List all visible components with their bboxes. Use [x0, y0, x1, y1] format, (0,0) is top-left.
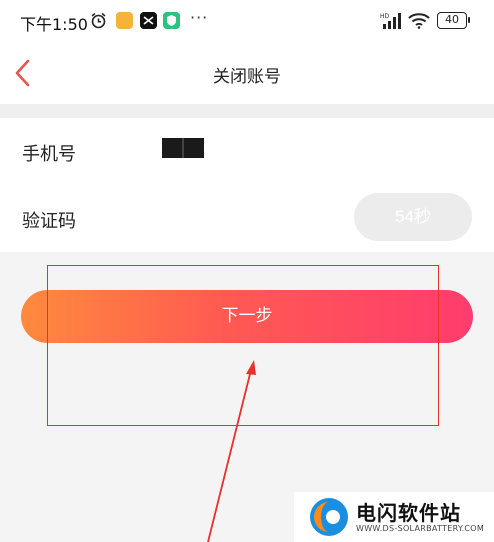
- more-notifications-icon: ···: [190, 8, 209, 27]
- code-label: 验证码: [22, 211, 76, 232]
- app-icon: [116, 12, 133, 29]
- battery-icon: 40: [437, 12, 470, 29]
- svg-text:HD: HD: [380, 13, 390, 20]
- page-title: 关闭账号: [213, 67, 281, 87]
- shield-app-icon: [163, 12, 180, 29]
- verification-form: 手机号 验证码 54秒: [0, 118, 494, 252]
- wifi-icon: [408, 13, 430, 29]
- capcut-icon: [140, 12, 157, 29]
- watermark: 电闪软件站 WWW.DS-SOLARBATTERY.COM: [294, 492, 494, 542]
- watermark-title: 电闪软件站: [356, 501, 461, 525]
- annotation-highlight-box: [47, 265, 439, 426]
- hd-signal-icon: HD: [380, 13, 401, 29]
- title-bar: 关闭账号: [0, 42, 494, 104]
- status-bar: 下午1:50 ··· HD 40: [0, 0, 494, 42]
- phone-number-redacted: [162, 138, 204, 158]
- code-row: 验证码 54秒: [0, 185, 494, 252]
- status-time: 下午1:50: [20, 15, 88, 34]
- resend-code-button[interactable]: 54秒: [354, 193, 472, 241]
- phone-label: 手机号: [22, 144, 76, 165]
- phone-row: 手机号: [0, 118, 494, 185]
- site-logo-icon: [310, 498, 348, 536]
- alarm-icon: [91, 12, 106, 29]
- watermark-url: WWW.DS-SOLARBATTERY.COM: [356, 524, 485, 533]
- section-divider: [0, 104, 494, 118]
